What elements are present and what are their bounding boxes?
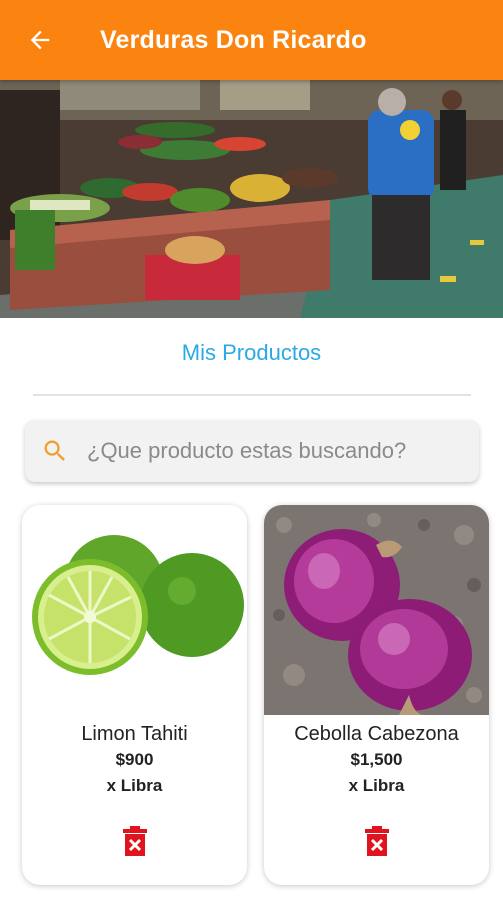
back-button[interactable] [0,0,80,80]
product-card[interactable]: Cebolla Cabezona $1,500 x Libra [264,505,489,885]
product-unit: x Libra [106,776,163,795]
delete-button[interactable] [264,825,489,857]
search-bar[interactable] [25,420,479,482]
search-input[interactable] [85,420,479,482]
product-price: $900 [115,750,154,769]
limes-image [22,505,247,715]
product-price: $1,500 [350,750,403,769]
arrow-back-icon [30,30,50,50]
trash-icon [122,826,147,856]
trash-icon [364,826,389,856]
product-card[interactable]: Limon Tahiti $900 x Libra [22,505,247,885]
product-name: Limon Tahiti [81,723,188,745]
delete-button[interactable] [22,825,247,857]
banner-image [0,80,503,318]
red-onions-image [264,505,489,715]
product-unit: x Libra [348,776,405,795]
product-name: Cebolla Cabezona [294,723,459,745]
app-bar: Verduras Don Ricardo [0,0,503,80]
section-title: Mis Productos [181,340,322,365]
app-title: Verduras Don Ricardo [100,25,367,54]
divider [33,394,471,396]
search-icon [25,437,85,465]
